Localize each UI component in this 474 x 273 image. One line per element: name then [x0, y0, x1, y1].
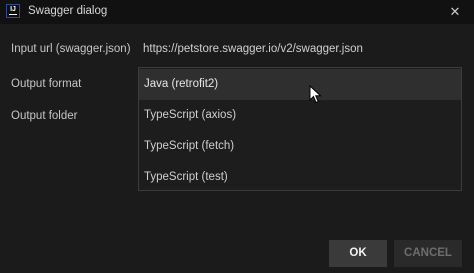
title-bar: IJ Swagger dialog ✕	[0, 0, 474, 24]
output-format-label: Output format	[11, 78, 82, 90]
cancel-button[interactable]: CANCEL	[394, 240, 462, 267]
ok-button[interactable]: OK	[329, 240, 387, 267]
input-url-label: Input url (swagger.json)	[11, 43, 131, 55]
mouse-pointer-icon	[309, 85, 322, 104]
window-title: Swagger dialog	[28, 5, 108, 17]
dropdown-option-typescript-fetch[interactable]: TypeScript (fetch)	[139, 131, 461, 162]
dropdown-option-typescript-test[interactable]: TypeScript (test)	[139, 162, 461, 193]
output-folder-label: Output folder	[11, 110, 78, 122]
output-format-dropdown-list[interactable]: Java (retrofit2) TypeScript (axios) Type…	[138, 67, 462, 191]
intellij-icon: IJ	[6, 4, 20, 18]
close-icon[interactable]: ✕	[446, 3, 464, 21]
app-icon-text: IJ	[10, 6, 16, 13]
dropdown-option-typescript-axios[interactable]: TypeScript (axios)	[139, 100, 461, 131]
dropdown-option-java-retrofit2[interactable]: Java (retrofit2)	[139, 69, 461, 100]
input-url-value[interactable]: https://petstore.swagger.io/v2/swagger.j…	[143, 43, 363, 55]
